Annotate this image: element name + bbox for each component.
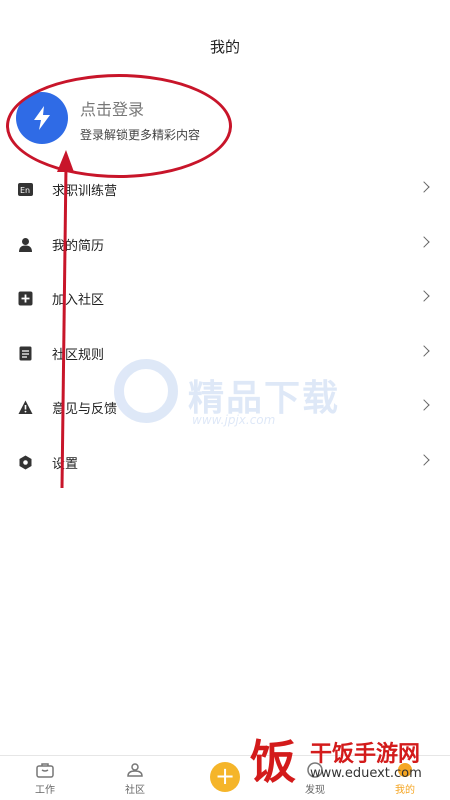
warning-icon — [18, 400, 33, 414]
plus-square-icon — [18, 291, 33, 306]
annotation-ellipse — [6, 74, 232, 178]
chevron-right-icon — [418, 235, 430, 248]
document-icon — [19, 346, 32, 360]
chevron-right-icon — [418, 399, 430, 411]
menu-item-label: 我的简历 — [52, 238, 105, 254]
page-title: 我的 — [209, 38, 240, 56]
menu-item-label: 社区规则 — [52, 347, 105, 363]
add-button[interactable]: + — [210, 762, 240, 792]
chevron-right-icon — [418, 181, 430, 193]
briefcase-icon — [36, 763, 54, 778]
site-logo-url: www.eduext.com — [310, 766, 422, 781]
tab-label: 社区 — [125, 785, 145, 796]
site-logo-glyph: 饭 — [250, 735, 296, 789]
menu-item-join-community[interactable]: 加入社区 — [0, 271, 450, 326]
site-logo-name: 干饭手游网 — [310, 742, 421, 767]
hexagon-gear-icon — [19, 455, 32, 469]
chevron-right-icon — [418, 344, 430, 357]
site-logo: 饭 干饭手游网 www.eduext.com — [250, 734, 450, 794]
menu-item-label: 加入社区 — [52, 293, 105, 308]
menu-item-label: 求职训练营 — [52, 184, 118, 199]
menu-item-feedback[interactable]: 意见与反馈 — [0, 380, 450, 435]
menu-item-community-rules[interactable]: 社区规则 — [0, 326, 450, 381]
en-badge-icon: En — [18, 183, 33, 196]
menu-item-label: 设置 — [52, 456, 79, 472]
chevron-right-icon — [418, 453, 430, 466]
tab-label: 工作 — [35, 785, 55, 796]
menu-item-my-resume[interactable]: 我的简历 — [0, 217, 450, 272]
tab-work[interactable]: 工作 — [15, 760, 75, 796]
svg-text:En: En — [20, 186, 30, 195]
tab-community[interactable]: 社区 — [105, 760, 165, 796]
person-icon — [19, 237, 32, 252]
chevron-right-icon — [418, 290, 430, 302]
menu-item-label: 意见与反馈 — [52, 402, 118, 417]
menu-item-settings[interactable]: 设置 — [0, 435, 450, 490]
menu-list: En 求职训练营 我的简历 加入社区 社区规则 意见与反馈 设置 — [0, 162, 450, 489]
community-icon — [127, 763, 143, 777]
